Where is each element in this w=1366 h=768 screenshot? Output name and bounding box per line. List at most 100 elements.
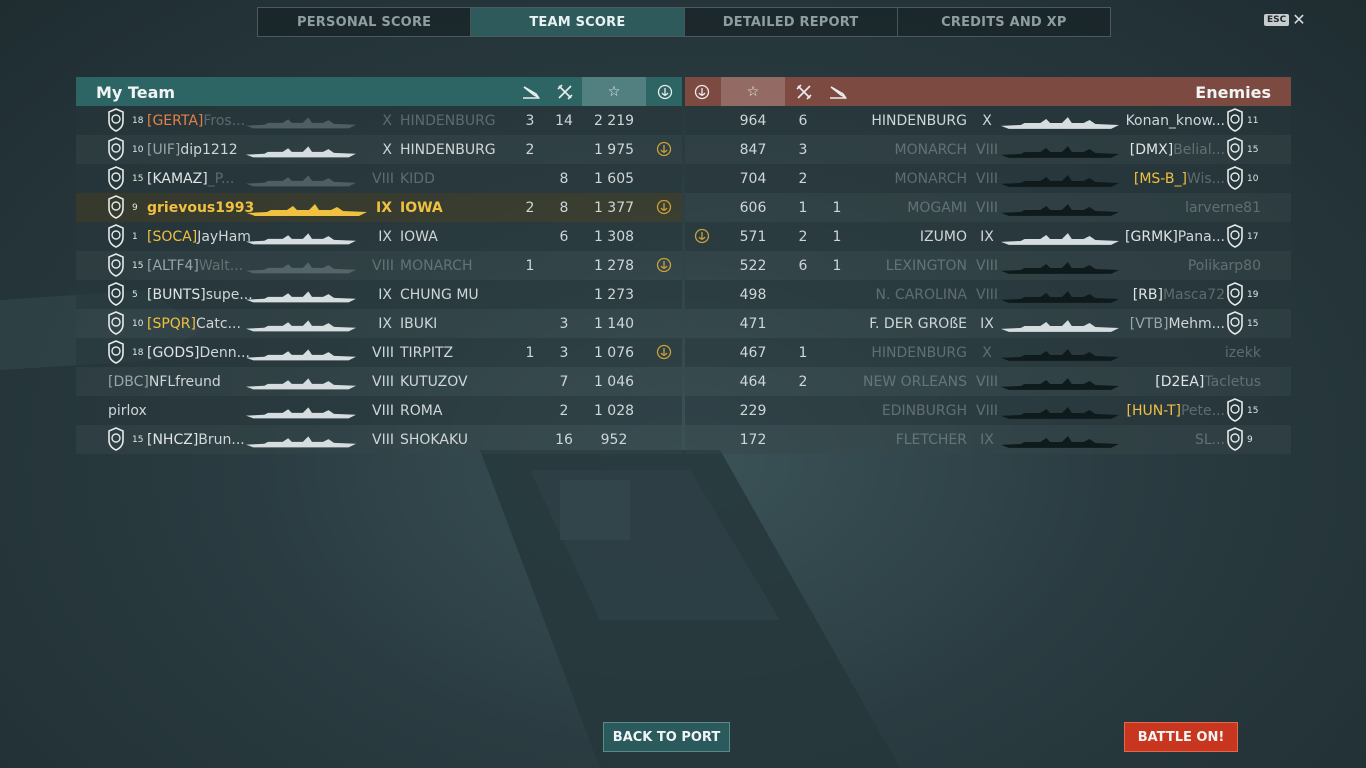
anchor-medal-icon [656,257,672,273]
ship-name: EDINBURGH [881,403,967,419]
player-row[interactable]: 471 F. DER GROßE IX [VTB]Mehm... 15 [685,309,1291,338]
rank-number: 10 [1247,174,1259,184]
player-name: [NHCZ]Brun... [147,432,245,448]
player-name: [UIF]dip1212 [147,142,238,158]
rank-badge-icon [108,195,124,219]
tab-team-score[interactable]: TEAM SCORE [471,8,685,36]
close-button[interactable]: ESC ✕ [1264,10,1306,29]
back-to-port-button[interactable]: BACK TO PORT [603,722,730,752]
player-row[interactable]: 172 FLETCHER IX SL... 9 [685,425,1291,454]
ship-silhouette-icon [246,146,356,158]
player-row[interactable]: 522 6 1 LEXINGTON VIII Polikarp80 [685,251,1291,280]
ship-silhouette-icon [246,291,356,303]
rank-badge-icon [108,311,124,335]
score-value: 606 [739,200,767,216]
anchor-medal-icon [656,141,672,157]
score-value: 1 046 [593,374,635,390]
player-row[interactable]: 18 [GODS]Denn... VIII TIRPITZ 1 3 1 076 [76,338,682,367]
ship-tier: IX [980,432,994,448]
planes-count: 2 [798,374,808,390]
star-icon: ☆ [721,77,785,106]
player-row-self[interactable]: 9 grievous1993 IX IOWA 2 8 1 377 [76,193,682,222]
battle-on-button[interactable]: BATTLE ON! [1124,722,1238,752]
player-row[interactable]: 5 [BUNTS]supe... IX CHUNG MU 1 273 [76,280,682,309]
player-name: [SPQR]Catc... [147,316,241,332]
score-value: 498 [739,287,767,303]
ship-tier: IX [378,287,392,303]
player-nickname: Fros... [203,113,246,129]
tab-credits-and-xp[interactable]: CREDITS AND XP [898,8,1110,36]
kills-count: 1 [525,258,535,274]
player-name: izekk [1225,345,1261,361]
tab-detailed-report[interactable]: DETAILED REPORT [685,8,898,36]
player-row[interactable]: 10 [UIF]dip1212 X HINDENBURG 2 1 975 [76,135,682,164]
score-value: 1 028 [593,403,635,419]
player-row[interactable]: 571 2 1 IZUMO IX [GRMK]Pana... 17 [685,222,1291,251]
ship-tier: X [382,113,392,129]
enemies-title: Enemies [1195,83,1271,102]
ship-tier: VIII [372,171,394,187]
planes-count: 14 [555,113,573,129]
rank-badge-icon [108,427,124,451]
player-nickname: larverne81 [1185,200,1261,216]
score-value: 952 [600,432,628,448]
ship-silhouette-icon [1001,262,1119,274]
score-value: 1 377 [593,200,635,216]
player-row[interactable]: 964 6 HINDENBURG X Konan_know... 11 [685,106,1291,135]
player-row[interactable]: 498 N. CAROLINA VIII [RB]Masca72 19 [685,280,1291,309]
ship-tier: VIII [372,345,394,361]
clan-tag: [MS-B_] [1133,171,1187,187]
planes-count: 16 [555,432,573,448]
rank-number: 11 [1247,116,1259,126]
score-value: 1 975 [593,142,635,158]
close-icon: ✕ [1292,10,1306,29]
player-row[interactable]: 847 3 MONARCH VIII [DMX]Belial... 15 [685,135,1291,164]
clan-tag: [DMX] [1129,142,1174,158]
player-row[interactable]: 10 [SPQR]Catc... IX IBUKI 3 1 140 [76,309,682,338]
rank-number: 1 [132,232,138,242]
score-value: 964 [739,113,767,129]
tab-personal-score[interactable]: PERSONAL SCORE [258,8,472,36]
player-row[interactable]: [DBC]NFLfreund VIII KUTUZOV 7 1 046 [76,367,682,396]
player-row[interactable]: 606 1 1 MOGAMI VIII larverne81 [685,193,1291,222]
player-nickname: dip1212 [180,142,238,158]
player-nickname: Wis... [1186,171,1225,187]
player-row[interactable]: 15 [NHCZ]Brun... VIII SHOKAKU 16 952 [76,425,682,454]
score-value: 571 [739,229,767,245]
player-name: [GRMK]Pana... [1125,229,1225,245]
player-row[interactable]: pirlox VIII ROMA 2 1 028 [76,396,682,425]
player-row[interactable]: 15 [KAMAZ]_P... VIII KIDD 8 1 605 [76,164,682,193]
player-nickname: Catc... [196,316,241,332]
planes-count: 6 [559,229,569,245]
ship-tier: IX [980,316,994,332]
ship-tier: VIII [976,200,998,216]
player-row[interactable]: 467 1 HINDENBURG Xizekk [685,338,1291,367]
player-row[interactable]: 464 2 NEW ORLEANS VIII [D2EA]Tacletus [685,367,1291,396]
player-row[interactable]: 15 [ALTF4]Walt... VIII MONARCH 1 1 278 [76,251,682,280]
player-name: [DMX]Belial... [1130,142,1225,158]
ship-tier: VIII [372,258,394,274]
rank-number: 17 [1247,232,1259,242]
anchor-medal-icon [687,77,717,106]
player-nickname: pirlox [108,403,147,419]
rank-badge-icon [1227,108,1243,132]
clan-tag: [NHCZ] [147,432,199,448]
player-row[interactable]: 704 2 MONARCH VIII [MS-B_]Wis... 10 [685,164,1291,193]
clan-tag: [ALTF4] [147,258,199,274]
ship-silhouette-icon [1001,436,1119,448]
score-value: 471 [739,316,767,332]
ship-tier: VIII [976,403,998,419]
torpedo-icon [823,77,853,106]
ship-silhouette-icon [246,233,356,245]
player-nickname: Brun... [198,432,245,448]
player-row[interactable]: 1 [SOCA]JayHam IX IOWA 6 1 308 [76,222,682,251]
ship-silhouette-icon [246,320,356,332]
ship-silhouette-icon [247,204,367,216]
player-row[interactable]: 229 EDINBURGH VIII [HUN-T]Pete... 15 [685,396,1291,425]
player-row[interactable]: 18 [GERTA]Fros... X HINDENBURG 3 14 2 219 [76,106,682,135]
rank-badge-icon [1227,311,1243,335]
rank-number: 15 [1247,319,1259,329]
rank-number: 19 [1247,290,1259,300]
score-value: 1 278 [593,258,635,274]
star-icon: ☆ [582,77,646,106]
